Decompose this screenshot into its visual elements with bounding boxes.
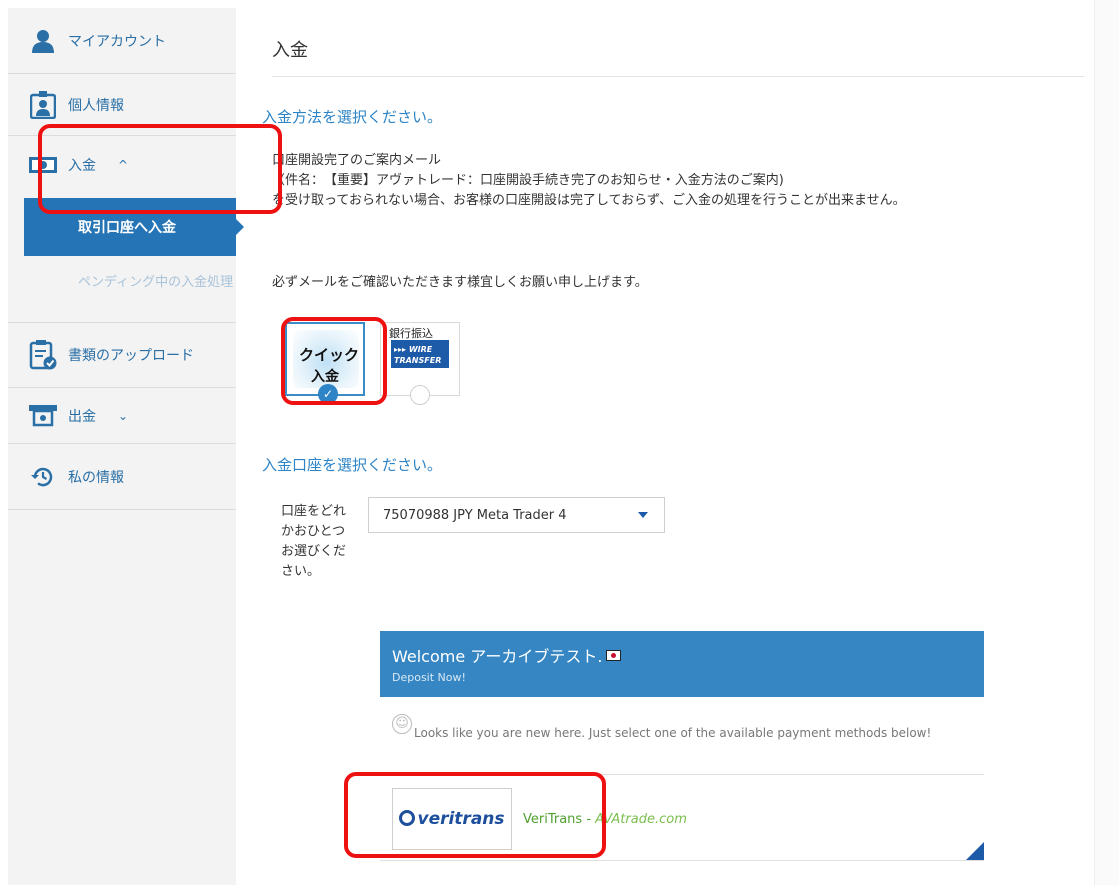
veritrans-logo: veritrans [399,809,505,829]
account-heading: 入金口座を選択ください。 [262,456,443,474]
confirm-text: 必ずメールをご確認いただきます様宜しくお願い申し上げます。 [272,275,648,290]
account-select-label: 口座をどれかおひとつお選びください。 [281,504,347,579]
account-select-value: 75070988 JPY Meta Trader 4 [383,507,567,523]
quick-deposit-logo: クイック 入金 [293,330,359,388]
veritrans-swoosh-icon [399,810,416,826]
quick-deposit-option[interactable]: クイック 入金 ✓ [285,322,365,404]
chevron-down-icon[interactable]: ⌄ [118,409,128,423]
veritrans-payment-option[interactable]: veritrans [392,788,512,850]
provider-domain: AVAtrade.com [595,812,687,827]
sidebar-item-document-upload[interactable]: 書類のアップロード [8,322,236,388]
japan-flag-icon [606,649,622,661]
sidebar-item-label: 個人情報 [68,97,124,114]
notice-line: （件名： 【重要】アヴァトレード：口座開設手続き完了のお知らせ・入金方法のご案内… [272,173,784,188]
method-heading: 入金方法を選択ください。 [262,108,443,126]
history-icon [28,462,58,492]
radio-button[interactable] [410,385,430,405]
wire-transfer-title: 銀行振込 [389,327,433,340]
provider-name[interactable]: VeriTrans - AVAtrade.com [523,812,687,827]
sidebar-item-label: 私の情報 [68,469,124,486]
user-icon [28,26,58,56]
page-title: 入金 [272,40,308,61]
sidebar-item-my-info[interactable]: 私の情報 [8,444,236,510]
sidebar-subitem-pending-deposit[interactable]: ペンディング中の入金処理 [78,274,238,292]
sidebar-item-my-account[interactable]: マイアカウント [8,8,236,74]
sidebar-subitem-label: 取引口座へ入金 [78,220,176,236]
veritrans-logo-text: veritrans [417,809,505,829]
id-badge-icon [28,90,58,120]
corner-indicator-icon [966,842,984,860]
scrollbar[interactable] [1094,0,1119,885]
withdraw-icon [28,401,58,431]
cash-icon [28,150,58,180]
sidebar: マイアカウント 個人情報 入金 ^ 取引口座へ入金 ペンディング中の入金処理 書… [8,8,244,885]
sidebar-item-withdrawal[interactable]: 出金 ⌄ [8,388,236,444]
account-select[interactable]: 75070988 JPY Meta Trader 4 [368,497,665,533]
new-here-message: Looks like you are new here. Just select… [414,726,932,740]
wire-transfer-logo-text: ▸▸▸ WIRE [394,345,433,354]
wire-transfer-logo-text: TRANSFER [394,356,442,365]
document-check-icon [28,340,58,370]
title-divider [272,76,1084,77]
quick-deposit-logo-text: クイック [299,346,360,364]
wire-transfer-option[interactable]: 銀行振込 ▸▸▸ WIRE TRANSFER [380,322,460,405]
welcome-banner: Welcome アーカイブテスト. Deposit Now! [380,631,984,697]
notice-text: 口座開設完了のご案内メール （件名： 【重要】アヴァトレード：口座開設手続き完了… [272,151,1082,211]
notice-line: 口座開設完了のご案内メール [272,153,442,168]
dropdown-arrow-icon [638,512,648,518]
chevron-up-icon[interactable]: ^ [118,158,128,172]
sidebar-item-personal-info[interactable]: 個人情報 [8,74,236,136]
notice-line: を受け取っておられない場合、お客様の口座開設は完了しておらず、ご入金の処理を行う… [272,193,906,208]
wire-transfer-logo: ▸▸▸ WIRE TRANSFER [391,340,449,368]
active-caret-icon [236,219,244,235]
provider-name-text: VeriTrans - [523,812,596,827]
check-icon: ✓ [318,384,338,404]
sidebar-item-label: 入金 [68,158,96,174]
sidebar-item-label: マイアカウント [68,33,166,50]
deposit-now-text: Deposit Now! [392,671,466,684]
sidebar-subitem-deposit-to-account[interactable]: 取引口座へ入金 [24,198,244,256]
sidebar-item-deposit[interactable]: 入金 ^ [8,136,236,194]
sidebar-item-label: 書類のアップロード [68,348,194,364]
welcome-title: Welcome アーカイブテスト. [392,643,622,667]
welcome-text: Welcome アーカイブテスト. [392,647,603,666]
quick-deposit-logo-text: 入金 [311,369,339,385]
divider [380,774,984,775]
sidebar-item-label: 出金 [68,408,96,425]
divider [380,860,984,861]
